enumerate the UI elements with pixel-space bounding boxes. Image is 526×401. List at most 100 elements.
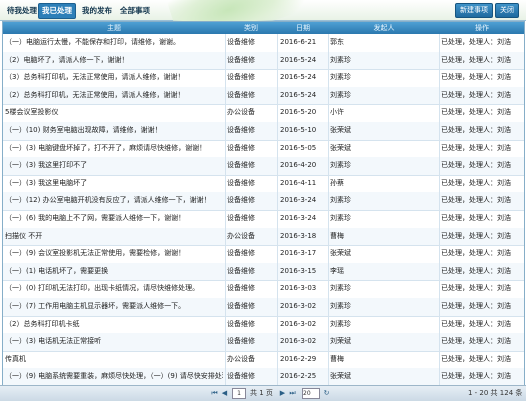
row-subject[interactable]: （一）(12) 办公室电脑开机没有反应了，请派人维修一下，谢谢！ — [5, 192, 223, 210]
header-action[interactable]: 操作 — [441, 22, 523, 34]
row-sender: 曹梅 — [330, 354, 344, 363]
row-category: 设备维修 — [227, 90, 255, 99]
header-subject[interactable]: 主题 — [5, 22, 223, 34]
row-subject[interactable]: （一）(3) 我这里电脑坏了 — [5, 175, 223, 193]
row-category: 设备维修 — [227, 319, 255, 328]
table-row[interactable]: （一）(7) 工作用电脑主机显示器坏，需要派人维修一下。 设备维修 2016-3-0… — [3, 298, 524, 317]
row-action: 已处理，处理人：刘浩 — [441, 196, 511, 205]
table-row[interactable]: （一）(3) 电话机无法正常接听 设备维修 2016-3-02 刘荣斌 已处理，处理人：… — [3, 333, 524, 352]
row-subject[interactable]: （一）(9) 会议室投影机无法正常使用，需要检修，谢谢！ — [5, 245, 223, 263]
row-date: 2016-3-02 — [280, 337, 317, 346]
row-subject[interactable]: （一）(7) 工作用电脑主机显示器坏，需要派人维修一下。 — [5, 298, 223, 316]
tab-3[interactable]: 全部事项 — [116, 3, 154, 19]
row-category: 设备维修 — [227, 266, 255, 275]
row-action: 已处理，处理人：刘浩 — [441, 266, 511, 275]
table-row[interactable]: （3）总务科打印机，无法正常使用，请派人维修，谢谢！ 设备维修 2016-5-24 刘… — [3, 69, 524, 88]
row-date: 2016-5-10 — [280, 126, 317, 134]
refresh-icon[interactable]: ↻ — [322, 389, 331, 398]
row-category: 设备维修 — [227, 214, 255, 222]
row-subject[interactable]: （一）(1) 电话机坏了，需要更换 — [5, 263, 223, 281]
row-sender: 张荣斌 — [330, 143, 351, 152]
pagination-bar: ⏮ ◀ 1 共 1 页 ▶ ⏭ 20 ↻ 1 - 20 共 124 条 — [0, 385, 526, 401]
table-row[interactable]: （2）电脑坏了，请派人修一下，谢谢！ 设备维修 2016-5-24 刘素珍 已处理，处理… — [3, 51, 524, 71]
table-row[interactable]: （2）总务科打印机，无法正常使用，请派人维修，谢谢！ 设备维修 2016-5-24 刘… — [3, 86, 524, 106]
last-page-icon[interactable]: ⏭ — [288, 389, 297, 398]
row-subject[interactable]: 传真机 — [5, 351, 223, 369]
tab-0[interactable]: 待我处理 — [3, 3, 41, 19]
row-sender: 张荣斌 — [330, 126, 351, 134]
row-subject[interactable]: （3）总务科打印机，无法正常使用，请派人维修，谢谢！ — [5, 69, 223, 87]
row-sender: 刘荣斌 — [330, 337, 351, 346]
row-category: 设备维修 — [227, 73, 255, 82]
header-sender[interactable]: 发起人 — [330, 22, 438, 34]
row-date: 2016-5-24 — [280, 55, 317, 64]
page-size-select[interactable]: 20 — [302, 388, 320, 399]
row-subject[interactable]: （一）(3) 电脑键盘坏掉了，打不开了，麻烦请尽快维修，谢谢！ — [5, 140, 223, 158]
column-divider — [439, 34, 440, 386]
tab-1[interactable]: 我已处理 — [38, 3, 76, 19]
row-subject[interactable]: （一）(6) 我的电脑上不了网，需要派人维修一下，谢谢！ — [5, 210, 223, 228]
row-action: 已处理，处理人：刘浩 — [441, 126, 511, 134]
first-page-icon[interactable]: ⏮ — [210, 389, 219, 398]
table-row[interactable]: （一）(1) 电话机坏了，需要更换 设备维修 2016-3-15 李瑶 已处理，处理人：… — [3, 262, 524, 282]
table-row[interactable]: 传真机 办公设备 2016-2-29 曹梅 已处理，处理人：刘浩 — [3, 351, 524, 370]
header-date[interactable]: 日期 — [280, 22, 326, 34]
row-category: 设备维修 — [227, 55, 255, 64]
table-row[interactable]: （一）(3) 我这里电脑坏了 设备维修 2016-4-11 孙蔡 已处理，处理人：刘浩 — [3, 175, 524, 194]
table-row[interactable]: （一）(6) 我的电脑上不了网，需要派人维修一下，谢谢！ 设备维修 2016-3-2… — [3, 210, 524, 229]
table-row[interactable]: （一）(3) 我这里打印不了 设备维修 2016-4-20 刘素珍 已处理，处理人：刘浩 — [3, 157, 524, 176]
row-subject[interactable]: （一）(10) 财务室电脑出现故障，请维修，谢谢！ — [5, 122, 223, 140]
header-category[interactable]: 类别 — [227, 22, 275, 34]
row-action: 已处理，处理人：刘浩 — [441, 178, 511, 187]
close-button[interactable]: 关闭 — [495, 3, 519, 18]
grid-header: 主题 类别 日期 发起人 操作 — [3, 22, 524, 34]
row-category: 设备维修 — [227, 178, 255, 187]
row-subject[interactable]: （一）(3) 我这里打印不了 — [5, 157, 223, 175]
row-category: 办公设备 — [227, 108, 255, 117]
row-category: 设备维修 — [227, 143, 255, 152]
row-sender: 刘素珍 — [330, 73, 351, 82]
row-sender: 张荣斌 — [330, 372, 351, 381]
row-subject[interactable]: （一）(3) 电话机无法正常接听 — [5, 333, 223, 351]
row-sender: 刘素珍 — [330, 90, 351, 99]
task-grid: 主题 类别 日期 发起人 操作 （一）电脑运行太慢，不能保存和打印，请维修，谢谢… — [2, 21, 525, 387]
row-sender: 刘素珍 — [330, 214, 351, 222]
row-subject[interactable]: 扫描仪 不开 — [5, 228, 223, 246]
row-subject[interactable]: （一）(9) 电脑系统需要重装，麻烦尽快处理，（一）(9) 请尽快安排处理。 — [5, 368, 223, 386]
table-row[interactable]: 扫描仪 不开 办公设备 2016-3-18 曹梅 已处理，处理人：刘浩 — [3, 227, 524, 247]
new-item-button[interactable]: 新建事项 — [455, 3, 493, 18]
row-sender: 刘素珍 — [330, 302, 351, 310]
table-row[interactable]: （一）电脑运行太慢，不能保存和打印，请维修，谢谢。 设备维修 2016-6-21 郭东… — [3, 34, 524, 53]
row-category: 设备维修 — [227, 38, 255, 46]
row-subject[interactable]: （2）总务科打印机卡纸 — [5, 316, 223, 334]
table-row[interactable]: （一）(3) 电脑键盘坏掉了，打不开了，麻烦请尽快维修，谢谢！ 设备维修 2016-… — [3, 140, 524, 159]
table-row[interactable]: （一）(12) 办公室电脑开机没有反应了，请派人维修一下，谢谢！ 设备维修 2016… — [3, 192, 524, 211]
row-action: 已处理，处理人：刘浩 — [441, 337, 511, 346]
row-action: 已处理，处理人：刘浩 — [441, 90, 511, 99]
row-date: 2016-2-29 — [280, 354, 317, 363]
row-date: 2016-3-18 — [280, 231, 317, 240]
table-row[interactable]: （2）总务科打印机卡纸 设备维修 2016-3-02 刘素珍 已处理，处理人：刘浩 — [3, 316, 524, 335]
row-subject[interactable]: （2）电脑坏了，请派人修一下，谢谢！ — [5, 52, 223, 70]
row-action: 已处理，处理人：刘浩 — [441, 354, 511, 363]
row-action: 已处理，处理人：刘浩 — [441, 161, 511, 170]
table-row[interactable]: （一）(9) 会议室投影机无法正常使用，需要检修，谢谢！ 设备维修 2016-3-1… — [3, 245, 524, 264]
table-row[interactable]: 5楼会议室投影仪 办公设备 2016-5-20 小许 已处理，处理人：刘浩 — [3, 104, 524, 123]
row-date: 2016-2-25 — [280, 372, 317, 381]
row-category: 设备维修 — [227, 284, 255, 293]
row-subject[interactable]: 5楼会议室投影仪 — [5, 104, 223, 122]
table-row[interactable]: （一）(0) 打印机无法打印，出现卡纸情况，请尽快维修处理。 设备维修 2016-3… — [3, 280, 524, 299]
row-sender: 刘素珍 — [330, 284, 351, 293]
next-page-icon[interactable]: ▶ — [278, 389, 287, 398]
table-row[interactable]: （一）(10) 财务室电脑出现故障，请维修，谢谢！ 设备维修 2016-5-10 张荣… — [3, 122, 524, 141]
prev-page-icon[interactable]: ◀ — [220, 389, 229, 398]
row-date: 2016-5-24 — [280, 73, 317, 82]
row-subject[interactable]: （2）总务科打印机，无法正常使用，请派人维修，谢谢！ — [5, 87, 223, 105]
row-action: 已处理，处理人：刘浩 — [441, 231, 511, 240]
tab-2[interactable]: 我的发布 — [78, 3, 116, 19]
page-number-input[interactable]: 1 — [232, 388, 246, 399]
top-toolbar: 待我处理 我已处理 我的发布 全部事项 新建事项 关闭 — [0, 0, 526, 51]
row-subject[interactable]: （一）(0) 打印机无法打印，出现卡纸情况，请尽快维修处理。 — [5, 280, 223, 298]
row-action: 已处理，处理人：刘浩 — [441, 214, 511, 222]
row-subject[interactable]: （一）电脑运行太慢，不能保存和打印，请维修，谢谢。 — [5, 34, 223, 52]
